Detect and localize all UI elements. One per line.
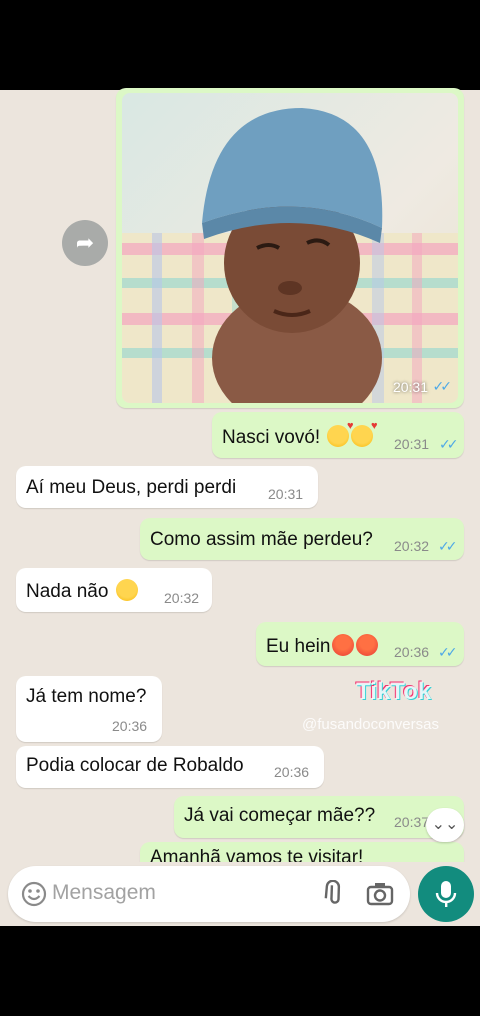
photo-timestamp: 20:31 [392,379,428,395]
message-text: Aí meu Deus, perdi perdi [26,477,237,498]
message-text: Como assim mãe perdeu? [150,529,373,550]
message-time: 20:36 [394,644,430,660]
message-bubble-incoming[interactable]: Já tem nome? 20:36 [16,676,162,742]
message-text: Já tem nome? [26,686,147,707]
message-bubble-incoming[interactable]: Podia colocar de Robaldo 20:36 [16,746,324,788]
message-time: 20:36 [112,718,148,734]
camera-icon[interactable] [366,881,394,907]
angry-face-icon [332,634,355,656]
forward-icon[interactable]: ➦ [62,220,108,266]
read-receipt-icon: ✓✓ [438,538,458,554]
attach-icon[interactable] [321,880,347,908]
tiktok-username: @fusandoconversas [302,716,439,733]
message-bubble-incoming[interactable]: Aí meu Deus, perdi perdi 20:31 [16,466,318,508]
message-time: 20:36 [274,764,310,780]
message-time: 20:32 [394,538,430,554]
message-input-box[interactable]: Mensagem [8,866,410,922]
emoji-icon[interactable] [20,880,48,908]
message-time: 20:31 [268,486,304,502]
message-text: Já vai começar mãe?? [184,805,376,826]
baby-photo-illustration [122,108,458,403]
message-bubble-outgoing[interactable]: Como assim mãe perdeu? 20:32 ✓✓ [140,518,464,560]
message-text: Podia colocar de Robaldo [26,755,244,776]
angry-face-icon [356,634,379,656]
message-text: Eu hein [266,636,331,657]
mic-button[interactable] [418,866,474,922]
smiling-face-with-hearts-icon [351,420,377,447]
message-text: Nasci vovó! [222,427,321,448]
message-time: 20:31 [394,436,430,452]
mic-icon [435,881,457,907]
read-receipt-icon: ✓✓ [439,436,459,452]
scroll-down-icon[interactable]: ⌄⌄ [426,808,464,842]
message-time: 20:37 [394,814,430,830]
message-bubble-outgoing[interactable]: Já vai começar mãe?? 20:37 [174,796,464,838]
smiling-face-with-hearts-icon [327,420,353,447]
message-input[interactable]: Mensagem [52,881,156,905]
baby-photo[interactable]: 20:31 ✓✓ [122,93,458,403]
message-bubble-incoming[interactable]: Nada não 20:32 [16,568,212,612]
message-time: 20:32 [164,590,200,606]
read-receipt-icon: ✓✓ [432,378,453,394]
tiktok-watermark: TikTok [356,678,432,705]
message-bubble-outgoing[interactable]: Eu hein 20:36 ✓✓ [256,622,464,666]
message-bubble-outgoing[interactable]: Nasci vovó! 20:31 ✓✓ [212,412,464,458]
read-receipt-icon: ✓✓ [438,644,458,660]
message-text: Nada não [26,581,109,602]
hugging-face-icon [115,579,138,601]
